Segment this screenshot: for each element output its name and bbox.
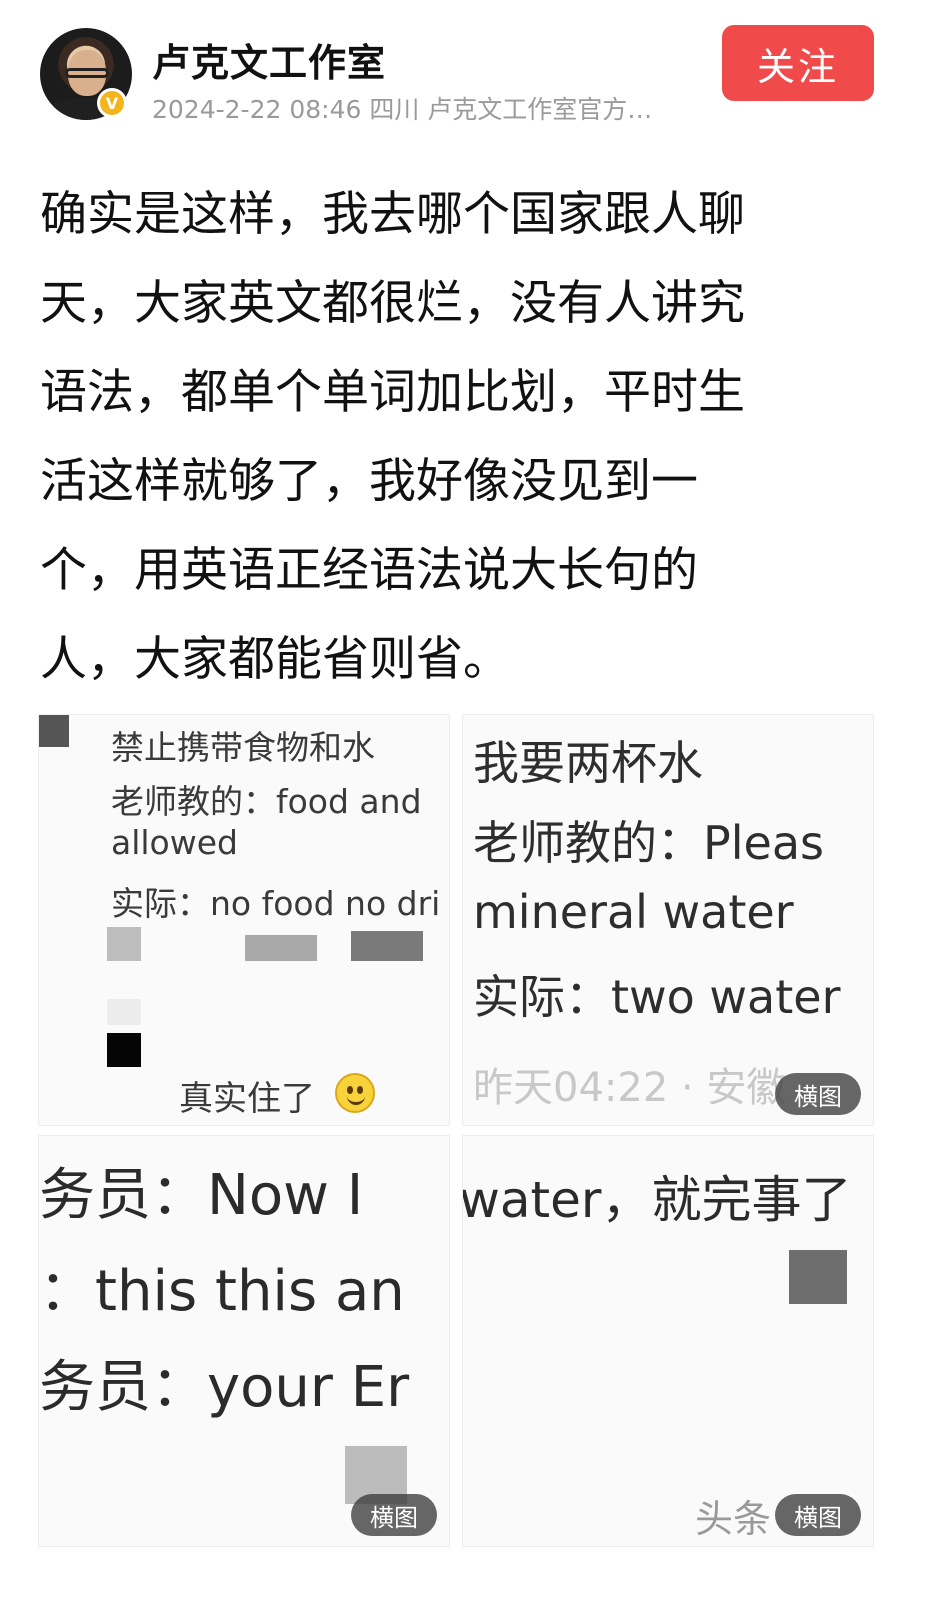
image-text-line: 老师教的：food and — [111, 782, 422, 821]
post-line: 确实是这样，我去哪个国家跟人聊 — [40, 187, 745, 242]
landscape-badge[interactable]: 横图 — [775, 1494, 861, 1536]
follow-button[interactable]: 关注 — [722, 25, 874, 101]
image-text-line: water，就完事了 — [462, 1171, 852, 1229]
post-line: 个，用英语正经语法说大长句的 — [40, 543, 698, 598]
post-header: V 卢克文工作室 2024-2-22 08:46 四川 卢克文工作室官方… 关注 — [0, 0, 942, 140]
image-text-line: 禁止携带食物和水 — [111, 728, 375, 767]
image-tile-3[interactable]: 服务员：Now I 我：this this an 服务员：your Er 横图 — [38, 1135, 450, 1547]
image-tile-1[interactable]: 禁止携带食物和水 老师教的：food and allowed 实际：no foo… — [38, 714, 450, 1126]
post-meta: 2024-2-22 08:46 四川 卢克文工作室官方… — [152, 95, 653, 124]
avatar-glasses — [65, 68, 109, 78]
pixel-block — [789, 1250, 847, 1304]
image-text-line: 实际：no food no dri — [111, 884, 441, 923]
image-tile-2[interactable]: 我要两杯水 老师教的：Pleas mineral water 实际：two wa… — [462, 714, 874, 1126]
image-caption: 真实住了 — [179, 1079, 315, 1119]
image-text-line: 老师教的：Pleas — [473, 816, 824, 870]
landscape-badge[interactable]: 横图 — [775, 1073, 861, 1115]
post-line: 活这样就够了，我好像没见到一 — [40, 454, 698, 509]
author-name[interactable]: 卢克文工作室 — [152, 32, 386, 87]
image-text-line: 服务员：Now I — [39, 1163, 364, 1228]
image-text-line: 服务员：your Er — [39, 1355, 410, 1420]
image-timestamp: 昨天04:22 · 安徽 — [473, 1065, 787, 1111]
image-text-line: mineral water — [473, 885, 794, 939]
post-line: 人，大家都能省则省。 — [40, 632, 510, 687]
image-text-line: 我要两杯水 — [473, 736, 703, 790]
post-line: 天，大家英文都很烂，没有人讲究 — [40, 276, 745, 331]
post-line: 语法，都单个单词加比划，平时生 — [40, 365, 745, 420]
image-text-line: allowed — [111, 823, 238, 862]
image-footer: 头条 — [695, 1497, 772, 1541]
image-text-line: 实际：two water — [473, 970, 841, 1024]
post-body: 确实是这样，我去哪个国家跟人聊 天，大家英文都很烂，没有人讲究 语法，都单个单词… — [40, 170, 840, 704]
pixel-block — [39, 715, 69, 747]
verified-icon: V — [97, 88, 127, 118]
pixel-block — [351, 931, 423, 961]
smiley-icon — [335, 1073, 375, 1113]
pixel-block — [107, 927, 141, 961]
image-text-line: 我：this this an — [39, 1259, 405, 1324]
pixel-block — [107, 999, 141, 1025]
image-tile-4[interactable]: water，就完事了 头条 横图 — [462, 1135, 874, 1547]
landscape-badge[interactable]: 横图 — [351, 1494, 437, 1536]
pixel-block — [245, 935, 317, 961]
pixel-block — [107, 1033, 141, 1067]
